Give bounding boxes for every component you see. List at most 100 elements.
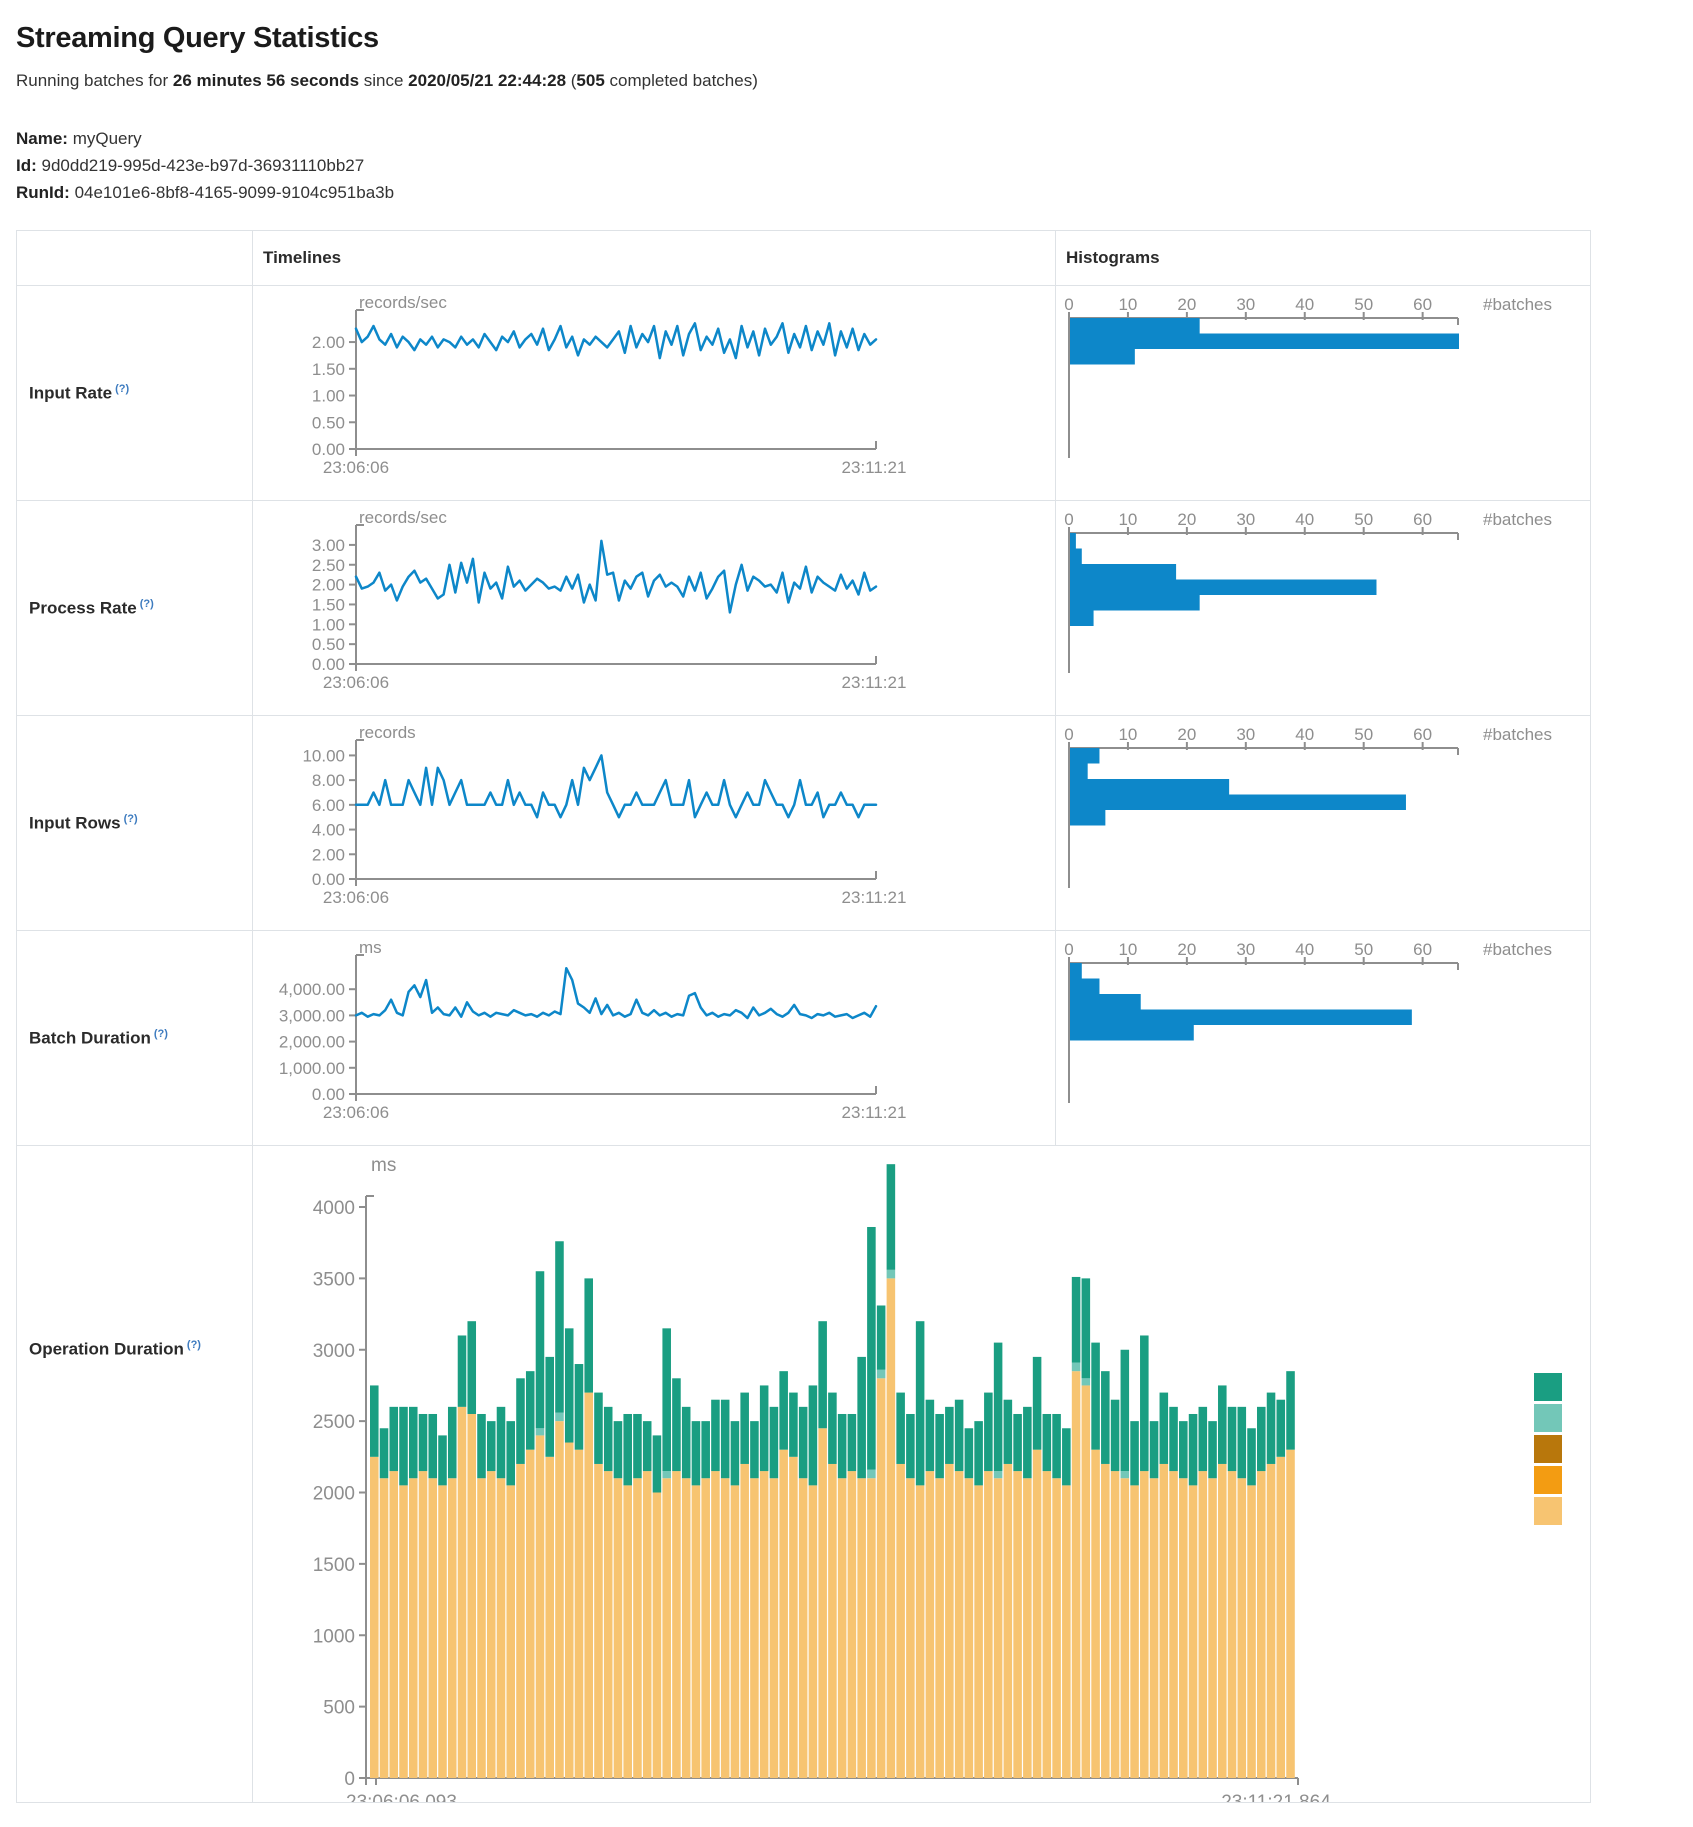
svg-text:8.00: 8.00 bbox=[312, 771, 345, 790]
svg-text:4000: 4000 bbox=[313, 1198, 355, 1219]
svg-text:2.00: 2.00 bbox=[312, 333, 345, 352]
svg-text:4,000.00: 4,000.00 bbox=[279, 980, 345, 999]
input-rows-label-cell: Input Rows(?) bbox=[17, 716, 253, 931]
batch-duration-timeline-cell: ms0.001,000.002,000.003,000.004,000.0023… bbox=[253, 931, 1056, 1146]
header-histograms: Histograms bbox=[1056, 231, 1591, 286]
legend-swatch bbox=[1534, 1466, 1562, 1494]
legend-swatch bbox=[1534, 1373, 1562, 1401]
statistics-table: Timelines Histograms Input Rate(?) recor… bbox=[16, 230, 1591, 1803]
id-value: 9d0dd219-995d-423e-b97d-36931110bb27 bbox=[42, 156, 365, 175]
svg-text:20: 20 bbox=[1177, 510, 1196, 529]
svg-text:0.00: 0.00 bbox=[312, 440, 345, 459]
input-rows-histogram-chart: 0102030405060#batches bbox=[1056, 716, 1590, 930]
input-rate-label: Input Rate bbox=[29, 383, 112, 402]
input-rate-timeline-cell: records/sec0.000.501.001.502.0023:06:062… bbox=[253, 286, 1056, 501]
svg-text:10: 10 bbox=[1118, 510, 1137, 529]
svg-text:1500: 1500 bbox=[313, 1555, 355, 1576]
process-rate-help-icon[interactable]: (?) bbox=[140, 598, 154, 610]
svg-text:3500: 3500 bbox=[313, 1269, 355, 1290]
svg-text:#batches: #batches bbox=[1483, 295, 1552, 314]
process-rate-histogram-chart: 0102030405060#batches bbox=[1056, 501, 1590, 715]
summary-batch-count: 505 bbox=[576, 71, 604, 90]
header-timelines: Timelines bbox=[253, 231, 1056, 286]
svg-text:2,000.00: 2,000.00 bbox=[279, 1033, 345, 1052]
legend-swatch bbox=[1534, 1404, 1562, 1432]
svg-text:50: 50 bbox=[1354, 510, 1373, 529]
operation-duration-stacked-chart: ms0500100015002000250030003500400023:06:… bbox=[253, 1146, 1590, 1802]
svg-text:1000: 1000 bbox=[313, 1626, 355, 1647]
input-rows-timeline-chart: records0.002.004.006.008.0010.0023:06:06… bbox=[253, 716, 1055, 930]
operation-duration-row: Operation Duration(?) ms0500100015002000… bbox=[17, 1146, 1591, 1803]
operation-duration-chart-cell: ms0500100015002000250030003500400023:06:… bbox=[253, 1146, 1591, 1803]
svg-text:1.50: 1.50 bbox=[312, 595, 345, 614]
svg-text:ms: ms bbox=[371, 1155, 396, 1176]
input-rate-help-icon[interactable]: (?) bbox=[115, 383, 129, 395]
runid-label: RunId: bbox=[16, 183, 70, 202]
legend-swatch bbox=[1534, 1435, 1562, 1463]
svg-text:10: 10 bbox=[1118, 940, 1137, 959]
svg-text:0: 0 bbox=[1064, 295, 1073, 314]
svg-text:10: 10 bbox=[1118, 295, 1137, 314]
svg-text:30: 30 bbox=[1236, 940, 1255, 959]
runid-value: 04e101e6-8bf8-4165-9099-9104c951ba3b bbox=[75, 183, 395, 202]
process-rate-timeline-chart: records/sec0.000.501.001.502.002.503.002… bbox=[253, 501, 1055, 715]
batch-duration-timeline-chart: ms0.001,000.002,000.003,000.004,000.0023… bbox=[253, 931, 1055, 1145]
operation-duration-label: Operation Duration bbox=[29, 1339, 184, 1358]
svg-text:23:06:06.093: 23:06:06.093 bbox=[346, 1792, 457, 1802]
svg-text:1,000.00: 1,000.00 bbox=[279, 1059, 345, 1078]
svg-text:23:06:06: 23:06:06 bbox=[323, 888, 389, 907]
summary-suffix: completed batches) bbox=[605, 71, 758, 90]
svg-text:2.00: 2.00 bbox=[312, 845, 345, 864]
process-rate-row: Process Rate(?) records/sec0.000.501.001… bbox=[17, 501, 1591, 716]
operation-duration-help-icon[interactable]: (?) bbox=[187, 1339, 201, 1351]
svg-text:40: 40 bbox=[1295, 510, 1314, 529]
svg-text:20: 20 bbox=[1177, 725, 1196, 744]
input-rows-label: Input Rows bbox=[29, 813, 121, 832]
header-empty bbox=[17, 231, 253, 286]
operation-duration-label-cell: Operation Duration(?) bbox=[17, 1146, 253, 1803]
svg-text:30: 30 bbox=[1236, 510, 1255, 529]
svg-text:40: 40 bbox=[1295, 940, 1314, 959]
table-header-row: Timelines Histograms bbox=[17, 231, 1591, 286]
svg-text:50: 50 bbox=[1354, 940, 1373, 959]
svg-text:30: 30 bbox=[1236, 295, 1255, 314]
summary-duration: 26 minutes 56 seconds bbox=[173, 71, 359, 90]
svg-text:0.50: 0.50 bbox=[312, 413, 345, 432]
svg-text:23:06:06: 23:06:06 bbox=[323, 1103, 389, 1122]
svg-text:records: records bbox=[359, 723, 416, 742]
svg-text:records/sec: records/sec bbox=[359, 508, 447, 527]
svg-text:2000: 2000 bbox=[313, 1484, 355, 1505]
summary-paren: ( bbox=[566, 71, 576, 90]
batch-duration-help-icon[interactable]: (?) bbox=[154, 1028, 168, 1040]
svg-text:50: 50 bbox=[1354, 725, 1373, 744]
svg-text:1.00: 1.00 bbox=[312, 615, 345, 634]
svg-text:23:11:21: 23:11:21 bbox=[842, 888, 907, 907]
name-value: myQuery bbox=[73, 129, 142, 148]
svg-text:23:11:21: 23:11:21 bbox=[842, 673, 907, 692]
svg-text:2.50: 2.50 bbox=[312, 556, 345, 575]
batch-duration-histogram-cell: 0102030405060#batches bbox=[1056, 931, 1591, 1146]
query-name-line: Name: myQuery bbox=[16, 125, 1677, 152]
svg-text:20: 20 bbox=[1177, 940, 1196, 959]
process-rate-histogram-cell: 0102030405060#batches bbox=[1056, 501, 1591, 716]
svg-text:2.00: 2.00 bbox=[312, 576, 345, 595]
svg-text:23:11:21: 23:11:21 bbox=[842, 1103, 907, 1122]
legend-swatch bbox=[1534, 1497, 1562, 1525]
summary-prefix: Running batches for bbox=[16, 71, 173, 90]
summary-since: since bbox=[359, 71, 408, 90]
input-rate-timeline-chart: records/sec0.000.501.001.502.0023:06:062… bbox=[253, 286, 1055, 500]
query-runid-line: RunId: 04e101e6-8bf8-4165-9099-9104c951b… bbox=[16, 179, 1677, 206]
batch-duration-row: Batch Duration(?) ms0.001,000.002,000.00… bbox=[17, 931, 1591, 1146]
input-rows-help-icon[interactable]: (?) bbox=[124, 813, 138, 825]
svg-text:0.50: 0.50 bbox=[312, 635, 345, 654]
svg-text:3000: 3000 bbox=[313, 1341, 355, 1362]
svg-text:#batches: #batches bbox=[1483, 725, 1552, 744]
svg-text:500: 500 bbox=[323, 1698, 355, 1719]
batch-summary: Running batches for 26 minutes 56 second… bbox=[16, 71, 1677, 91]
svg-text:6.00: 6.00 bbox=[312, 796, 345, 815]
query-id-line: Id: 9d0dd219-995d-423e-b97d-36931110bb27 bbox=[16, 152, 1677, 179]
process-rate-label: Process Rate bbox=[29, 598, 137, 617]
svg-text:1.00: 1.00 bbox=[312, 387, 345, 406]
batch-duration-label-cell: Batch Duration(?) bbox=[17, 931, 253, 1146]
svg-text:3.00: 3.00 bbox=[312, 536, 345, 555]
